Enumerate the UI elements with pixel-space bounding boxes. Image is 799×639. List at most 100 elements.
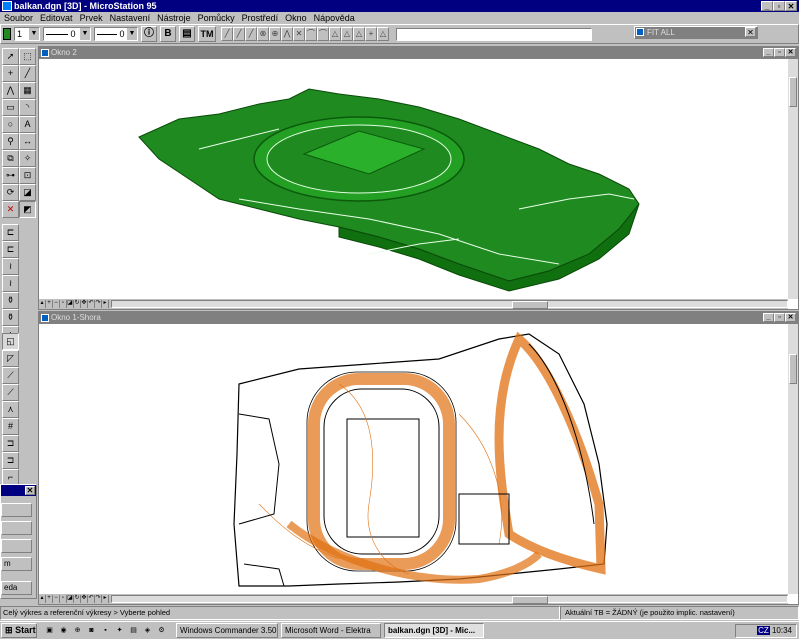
floppy-icon[interactable]: ▪	[100, 625, 111, 636]
settings-icon[interactable]: ⚙	[156, 625, 167, 636]
view-1-titlebar[interactable]: Okno 1-Shora _ ▫ ✕	[39, 312, 798, 324]
fit-all-close-button[interactable]: ✕	[745, 27, 756, 37]
dialog-button-2[interactable]	[1, 521, 32, 535]
dialog-button-4[interactable]: m	[1, 557, 32, 571]
dialog-button-3[interactable]	[1, 539, 32, 553]
view-previous-icon[interactable]: ↶	[88, 595, 95, 603]
rotate-view-icon[interactable]: ↻	[74, 300, 81, 308]
cross-icon[interactable]: ✕	[293, 27, 305, 41]
copy-icon[interactable]: ⧉	[2, 150, 19, 167]
3d-tool-5-icon[interactable]: ⚱	[2, 292, 19, 309]
zigzag-icon[interactable]: ⋀	[281, 27, 293, 41]
select-arrow-icon[interactable]: ➚	[2, 48, 19, 65]
modify-icon[interactable]: ✧	[19, 150, 36, 167]
extend-tool-icon[interactable]: ⟋	[2, 384, 19, 401]
key-in-field[interactable]	[396, 27, 592, 41]
place-point-icon[interactable]: +	[2, 65, 19, 82]
fill-icon[interactable]: ◪	[19, 184, 36, 201]
view-1-hscroll-thumb[interactable]	[512, 596, 548, 604]
view-1-vertical-scrollbar[interactable]	[788, 324, 798, 594]
chamfer-tool-icon[interactable]: ◸	[2, 350, 19, 367]
attributes-icon[interactable]: ▤	[179, 26, 195, 42]
menu-pomucky[interactable]: Pomůcky	[198, 12, 235, 24]
line-style-combo[interactable]: 0 ▼	[43, 27, 91, 41]
arc-tool-icon[interactable]: ⌒	[305, 27, 317, 41]
task-windows-commander[interactable]: Windows Commander 3.50...	[176, 623, 278, 638]
grid-tool-icon[interactable]: #	[2, 418, 19, 435]
triangle-icon[interactable]: △	[329, 27, 341, 41]
intersect-tool-icon[interactable]: ⋏	[2, 401, 19, 418]
network-icon[interactable]: ⊕	[72, 625, 83, 636]
circle-icon[interactable]: ○	[2, 116, 19, 133]
view-2-titlebar[interactable]: Okno 2 _ ▫ ✕	[39, 47, 798, 59]
zoom-in-icon[interactable]: +	[46, 595, 53, 603]
start-button[interactable]: ⊞ Start	[1, 623, 37, 638]
menu-nastaveni[interactable]: Nastavení	[110, 12, 151, 24]
pan-view-icon[interactable]: ✥	[81, 300, 88, 308]
view-2-horizontal-scrollbar[interactable]	[111, 300, 788, 309]
text-icon[interactable]: A	[19, 116, 36, 133]
close-button[interactable]: ✕	[785, 1, 797, 11]
rotate-view-icon[interactable]: ↻	[74, 595, 81, 603]
drop-element-icon[interactable]: ⊡	[19, 167, 36, 184]
view-previous-icon[interactable]: ↶	[88, 300, 95, 308]
menu-napoveda[interactable]: Nápověda	[314, 12, 355, 24]
menu-okno[interactable]: Okno	[285, 12, 307, 24]
3d-tool-1-icon[interactable]: ⊏	[2, 224, 19, 241]
update-view-icon[interactable]: ▴	[39, 595, 46, 603]
arc-icon[interactable]: ◝	[19, 99, 36, 116]
fence-icon[interactable]: ⬚	[19, 48, 36, 65]
fit-view-icon[interactable]: ◪	[67, 595, 74, 603]
view-1-maximize-button[interactable]: ▫	[774, 313, 785, 322]
view-2-minimize-button[interactable]: _	[763, 48, 774, 57]
arc-tool-2-icon[interactable]: ⌒	[317, 27, 329, 41]
zoom-out-icon[interactable]: −	[53, 595, 60, 603]
menu-soubor[interactable]: Soubor	[4, 12, 33, 24]
copy-view-icon[interactable]: ▸	[102, 595, 109, 603]
minimize-button[interactable]: _	[761, 1, 773, 11]
cell-icon[interactable]: ⚲	[2, 133, 19, 150]
b-button[interactable]: B	[160, 26, 176, 42]
trim-tool-icon[interactable]: ⟋	[2, 367, 19, 384]
element-info-button[interactable]: ⓘ	[141, 26, 157, 42]
app-icon[interactable]: ◈	[142, 625, 153, 636]
task-microsoft-word[interactable]: Microsoft Word - Elektra	[281, 623, 381, 638]
view-2-vscroll-thumb[interactable]	[789, 77, 797, 107]
view-tools-icon[interactable]: ◩	[19, 201, 36, 218]
window-area-icon[interactable]: ▫	[60, 595, 67, 603]
doc-icon[interactable]: ▤	[128, 625, 139, 636]
tool-icon[interactable]: ✦	[114, 625, 125, 636]
explorer-icon[interactable]: ▣	[44, 625, 55, 636]
task-microstation[interactable]: balkan.dgn [3D] - Mic...	[384, 623, 484, 638]
menu-prostredi[interactable]: Prostředí	[242, 12, 279, 24]
dialog-button-5[interactable]: eda	[1, 581, 32, 595]
view-1-vscroll-thumb[interactable]	[789, 354, 797, 384]
maximize-button[interactable]: ▫	[773, 1, 785, 11]
dimension-icon[interactable]: ↔	[19, 133, 36, 150]
browser-icon[interactable]: ◉	[58, 625, 69, 636]
line-tool-2-icon[interactable]: ╱	[233, 27, 245, 41]
view-2-close-button[interactable]: ✕	[785, 48, 796, 57]
triangle-3-icon[interactable]: △	[353, 27, 365, 41]
line-weight-combo[interactable]: 0 ▼	[94, 27, 138, 41]
view-1-horizontal-scrollbar[interactable]	[111, 595, 788, 604]
dialog-close-button[interactable]: ✕	[25, 486, 35, 495]
menu-prvek[interactable]: Prvek	[80, 12, 103, 24]
3d-tool-4-icon[interactable]: ≀	[2, 275, 19, 292]
view-1-canvas[interactable]	[39, 324, 788, 594]
zoom-in-icon[interactable]: +	[46, 300, 53, 308]
view-2-maximize-button[interactable]: ▫	[774, 48, 785, 57]
dialog-button-1[interactable]	[1, 503, 32, 517]
triangle-4-icon[interactable]: △	[377, 27, 389, 41]
view-next-icon[interactable]: ↷	[95, 595, 102, 603]
delete-icon[interactable]: ✕	[2, 201, 19, 218]
3d-tool-3-icon[interactable]: ≀	[2, 258, 19, 275]
view-1-minimize-button[interactable]: _	[763, 313, 774, 322]
zoom-out-icon[interactable]: −	[53, 300, 60, 308]
fillet-tool-icon[interactable]: ◱	[2, 333, 19, 350]
triangle-2-icon[interactable]: △	[341, 27, 353, 41]
hatch-icon[interactable]: ▦	[19, 82, 36, 99]
plus-icon[interactable]: +	[365, 27, 377, 41]
circle-x-icon[interactable]: ⊗	[257, 27, 269, 41]
place-line-icon[interactable]: ╱	[19, 65, 36, 82]
